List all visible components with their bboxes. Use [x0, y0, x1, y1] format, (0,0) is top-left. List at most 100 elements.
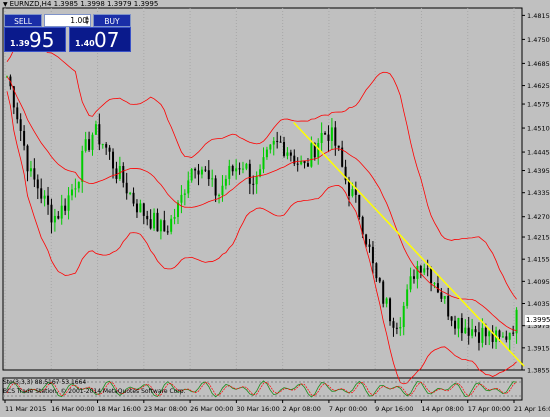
candle-body [149, 219, 152, 229]
chart-window[interactable]: 1.4815 1.4750 1.4685 1.4625 1.4575 1.4510 1.44… [0, 0, 550, 413]
sell-button[interactable]: SELL [4, 14, 42, 27]
candle-body [248, 163, 251, 184]
candle-body [457, 318, 460, 329]
candle-body [406, 289, 409, 306]
y-tick-label: 1.4395 [527, 167, 550, 175]
candle-body [501, 336, 504, 338]
candle-body [101, 144, 104, 146]
candle-body [464, 327, 467, 334]
candle-body [515, 309, 518, 334]
candle-body [505, 336, 508, 340]
candle-body [146, 215, 149, 220]
sell-quote[interactable]: 1.39 95 [4, 27, 66, 52]
candle-body [173, 217, 176, 219]
candle-body [187, 180, 190, 194]
candle-body [125, 182, 128, 194]
buy-quote[interactable]: 1.40 07 [69, 27, 131, 52]
bollinger-upper [6, 42, 517, 300]
candle-body [474, 329, 477, 333]
candle-body [60, 205, 63, 219]
candle-body [286, 152, 289, 156]
spin-down-icon[interactable]: ▼ [85, 21, 89, 26]
y-tick-label: 1.4215 [527, 234, 550, 242]
candle-body [33, 168, 36, 180]
sell-price-prefix: 1.39 [10, 39, 30, 48]
candle-body [23, 130, 26, 146]
candle-body [454, 320, 457, 329]
buy-button[interactable]: BUY [93, 14, 131, 27]
candle-body [392, 321, 395, 328]
candle-body [53, 215, 56, 223]
y-tick-label: 1.3855 [527, 367, 550, 375]
candle-body [371, 246, 374, 264]
candle-body [142, 203, 145, 216]
candle-body [214, 178, 217, 196]
candle-body [412, 276, 415, 279]
candle-body [238, 168, 241, 170]
candle-body [197, 170, 200, 175]
x-tick-label: 16 Mar 00:00 [51, 405, 94, 413]
x-tick-label: 7 Apr 00:00 [329, 405, 367, 413]
candle-body [385, 298, 388, 304]
candle-body [399, 327, 402, 329]
lot-size-input[interactable]: 1.00 ▲ ▼ [44, 14, 91, 27]
candle-body [245, 163, 248, 169]
candle-body [135, 203, 138, 213]
candle-body [122, 166, 125, 183]
candle-body [70, 189, 73, 196]
buy-price-prefix: 1.40 [75, 39, 95, 48]
candle-body [50, 204, 53, 223]
candle-body [115, 168, 118, 179]
candle-body [269, 144, 272, 150]
candle-body [416, 265, 419, 279]
candle-body [320, 133, 323, 144]
x-tick-label: 17 Apr 00:00 [468, 405, 510, 413]
candle-body [310, 143, 313, 167]
stochastic-label: Sto(3,3,3) 88.5167 53.1664 [3, 379, 87, 386]
y-tick-label: 1.4270 [527, 213, 550, 221]
x-tick-label: 2 Apr 08:00 [283, 405, 321, 413]
candle-body [94, 124, 97, 135]
x-tick-label: 14 Apr 08:00 [421, 405, 463, 413]
y-tick-label: 1.4095 [527, 278, 550, 286]
candle-body [324, 133, 327, 135]
collapse-triangle-icon[interactable]: ▼ [3, 1, 8, 8]
candle-body [368, 244, 371, 247]
candle-body [218, 195, 221, 197]
trendline [293, 121, 525, 367]
candle-body [423, 268, 426, 273]
y-tick-label: 1.4575 [527, 101, 550, 109]
x-tick-label: 11 Mar 2015 [5, 405, 46, 413]
bollinger-middle [6, 76, 517, 331]
candle-body [382, 281, 385, 304]
candle-body [358, 194, 361, 217]
candle-body [26, 145, 29, 172]
candle-body [330, 127, 333, 141]
candle-body [91, 134, 94, 150]
candle-body [276, 140, 279, 142]
candle-body [81, 150, 84, 182]
candle-body [378, 278, 381, 282]
symbol-header: ▼ EURNZD,H4 1.3985 1.3998 1.3979 1.3995 [3, 0, 158, 8]
candle-body [265, 149, 268, 158]
candle-body [481, 327, 484, 343]
candle-body [43, 195, 46, 199]
candle-body [98, 124, 101, 145]
candle-body [16, 107, 19, 120]
bollinger-lower [6, 91, 517, 385]
candle-body [508, 332, 511, 340]
candle-body [471, 329, 474, 336]
candle-body [296, 163, 299, 165]
candle-body [252, 183, 255, 185]
candle-body [484, 327, 487, 337]
candle-body [40, 188, 43, 199]
y-tick-label: 1.4815 [527, 12, 550, 20]
candle-body [77, 181, 80, 189]
candle-body [402, 305, 405, 328]
candle-body [272, 140, 275, 145]
chart-canvas[interactable]: 1.4815 1.4750 1.4685 1.4625 1.4575 1.4510 1.44… [0, 0, 550, 413]
candle-body [409, 276, 412, 290]
candle-body [139, 203, 142, 213]
candle-body [129, 192, 132, 194]
main-pane-border [2, 7, 523, 371]
